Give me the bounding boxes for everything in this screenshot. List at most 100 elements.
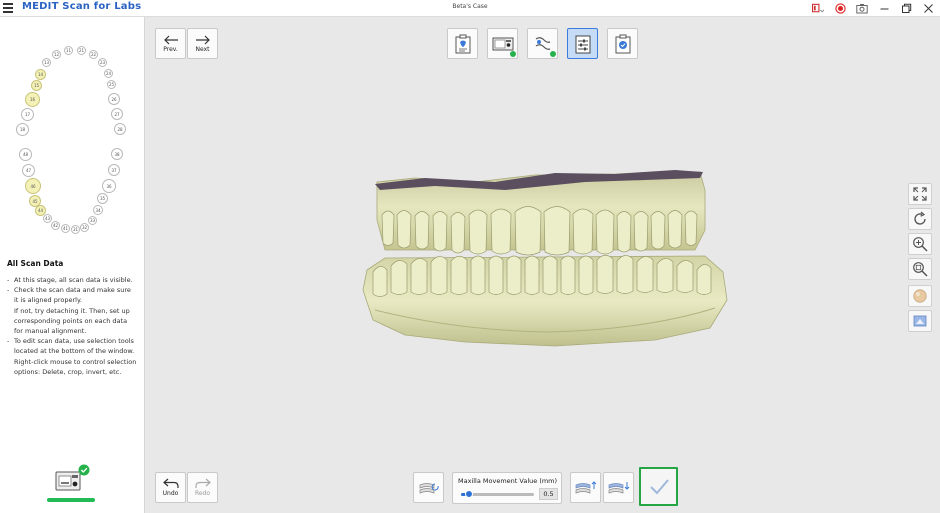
tooth-15[interactable]: 15 [31,80,42,91]
step-scan[interactable] [487,28,518,59]
move-up-button[interactable] [570,472,601,503]
tooth-23[interactable]: 23 [98,58,107,67]
tooth-26[interactable]: 26 [108,93,120,105]
tooth-17[interactable]: 17 [21,108,34,121]
reset-alignment-button[interactable] [413,472,444,503]
next-label: Next [195,45,210,53]
record-icon[interactable] [834,3,846,15]
tooth-11[interactable]: 11 [64,46,73,55]
tooth-48[interactable]: 48 [19,148,32,161]
undo-icon [162,478,179,488]
rotate-button[interactable] [908,208,932,230]
movement-label: Maxilla Movement Value (mm) [458,477,558,485]
reset-alignment-icon [419,482,439,494]
left-panel: 11 12 13 14 15 16 17 18 21 22 23 24 25 26 27 28 31 32 33 34… [0,17,145,513]
tooth-36[interactable]: 36 [102,179,116,193]
window-controls [812,1,934,16]
tooth-21[interactable]: 21 [77,46,86,55]
move-maxilla-down-icon [608,481,629,494]
redo-button[interactable]: Redo [187,472,218,503]
step-review[interactable] [607,28,638,59]
occlusion-icon [535,36,550,50]
case-title: Beta's Case [452,3,488,10]
stage-bullet: - At this stage, all scan data is visible… [7,276,133,284]
texture-button[interactable] [908,285,932,307]
movement-slider-handle[interactable] [465,490,474,498]
redo-label: Redo [194,490,211,497]
tooth-24[interactable]: 24 [104,69,113,78]
step-arch-setup[interactable] [447,28,478,59]
maxilla-movement-control: Maxilla Movement Value (mm) 0.5 [452,472,562,504]
step-complete-icon [550,51,556,57]
tooth-41[interactable]: 41 [61,224,70,233]
tooth-47[interactable]: 47 [22,164,35,177]
tooth-43[interactable]: 43 [43,214,52,223]
undo-label: Undo [162,490,179,497]
step-occlusion[interactable] [527,28,558,59]
checkmark-icon [649,478,669,494]
stage-bullet: - To edit scan data, use selection tools … [7,337,135,356]
movement-value[interactable]: 0.5 [539,488,558,500]
tooth-12[interactable]: 12 [52,50,61,59]
zoom-area-button[interactable] [908,258,932,280]
tooth-33[interactable]: 33 [88,216,97,225]
view-mode-icon [913,315,927,327]
texture-icon [913,289,927,303]
mandible-scan[interactable] [362,254,728,347]
prev-button[interactable]: Prev. [155,28,186,59]
tooth-13[interactable]: 13 [42,58,51,67]
movement-slider[interactable] [461,490,534,498]
tooth-28[interactable]: 28 [114,123,126,135]
scanner-icon [492,37,513,50]
tooth-32[interactable]: 32 [80,223,89,232]
tooth-25[interactable]: 25 [107,80,116,89]
tooth-45[interactable]: 45 [29,195,41,207]
redo-icon [194,478,211,488]
stage-bullet-detail: Right-click mouse to control selection o… [14,357,137,376]
title-bar: MEDIT Scan for Labs Beta's Case [0,0,940,17]
maxilla-scan[interactable] [375,170,706,256]
prev-label: Prev. [163,45,178,53]
view-mode-button[interactable] [908,310,932,332]
zoom-button[interactable] [908,233,932,255]
tooth-18[interactable]: 18 [16,123,29,136]
scan-status-bar [47,498,95,502]
tooth-31[interactable]: 31 [71,225,80,234]
next-button[interactable]: Next [187,28,218,59]
tooth-34[interactable]: 34 [93,205,103,215]
apply-button[interactable] [639,467,678,506]
tooth-14[interactable]: 14 [35,69,46,80]
stage-bullet-detail: If not, try detaching it. Then, set up c… [14,306,130,336]
move-maxilla-up-icon [575,480,596,494]
tooth-22[interactable]: 22 [89,50,98,59]
layout-icon[interactable] [812,3,824,15]
clipboard-check-icon [615,34,630,53]
tooth-35[interactable]: 35 [97,193,108,204]
step-align[interactable] [567,28,598,59]
close-icon[interactable] [922,3,934,15]
undo-button[interactable]: Undo [155,472,186,503]
minimize-icon[interactable] [878,3,890,15]
tooth-46[interactable]: 46 [25,178,41,194]
tooth-42[interactable]: 42 [51,221,60,230]
camera-icon[interactable] [856,3,868,15]
tooth-38[interactable]: 38 [111,148,123,160]
arrow-right-icon [195,35,210,44]
tooth-37[interactable]: 37 [108,164,120,176]
tooth-16[interactable]: 16 [25,92,40,107]
zoom-area-icon [913,262,928,277]
dental-model-view[interactable] [355,160,735,355]
rotate-icon [914,211,926,225]
restore-icon[interactable] [900,3,912,15]
scanner-status-icon [55,464,90,491]
stage-bullet: - Check the scan data and make sure it is… [7,286,131,305]
sliders-icon [575,35,590,53]
move-down-button[interactable] [603,472,634,503]
tooth-27[interactable]: 27 [111,108,123,120]
stage-title: All Scan Data [7,259,64,268]
fit-view-button[interactable] [908,183,932,205]
fit-view-icon [913,187,927,201]
step-complete-icon [510,51,516,57]
tooth-form-icon [455,34,470,53]
zoom-icon [913,237,928,252]
